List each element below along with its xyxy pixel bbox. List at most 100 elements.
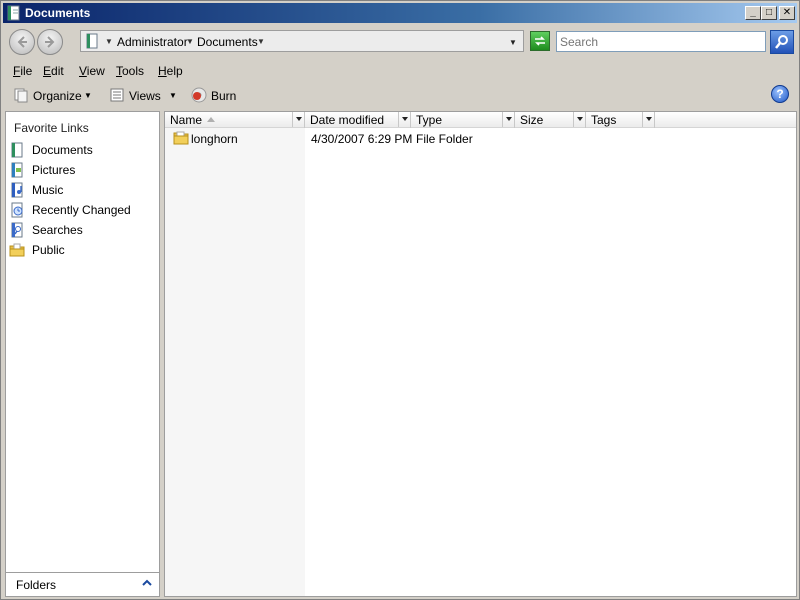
music-icon <box>11 182 23 198</box>
favorite-link-documents[interactable]: Documents <box>8 141 158 159</box>
burn-label: Burn <box>211 89 237 103</box>
chevron-down-icon <box>506 117 512 121</box>
title-bar[interactable]: Documents _ □ ✕ <box>3 3 797 23</box>
organize-icon <box>14 88 28 103</box>
menu-tools[interactable]: Tools <box>116 64 144 78</box>
column-header-tags[interactable]: Tags <box>586 112 655 128</box>
public-folder-icon <box>9 243 25 257</box>
recently-changed-icon <box>11 202 23 218</box>
maximize-button[interactable]: □ <box>761 6 777 20</box>
favorite-link-pictures[interactable]: Pictures <box>8 161 158 179</box>
back-arrow-icon <box>17 36 27 48</box>
burn-button[interactable]: Burn <box>191 86 241 106</box>
column-header-row: Name Date modified Type Size Tags <box>165 112 796 128</box>
chevron-down-icon <box>296 117 302 121</box>
favorite-link-label: Pictures <box>32 163 76 177</box>
chevron-down-icon <box>402 117 408 121</box>
column-filter-dropdown[interactable] <box>573 112 585 127</box>
column-filter-dropdown[interactable] <box>502 112 514 127</box>
breadcrumb-separator[interactable]: ▼ <box>257 37 265 46</box>
organize-label: Organize <box>33 89 82 103</box>
column-header-name[interactable]: Name <box>165 112 305 128</box>
chevron-down-icon <box>577 117 583 121</box>
favorite-link-label: Public <box>32 243 65 257</box>
minimize-button[interactable]: _ <box>745 6 761 20</box>
column-header-size[interactable]: Size <box>515 112 586 128</box>
file-list[interactable]: Name Date modified Type Size Tags longho… <box>164 111 797 597</box>
documents-icon <box>11 142 23 158</box>
search-icon <box>775 35 788 49</box>
explorer-window: Documents _ □ ✕ ▼ Administrator ▼ Docume… <box>0 0 800 600</box>
column-header-label: Size <box>520 113 544 127</box>
menu-accelerator: E <box>43 64 52 78</box>
breadcrumb-separator[interactable]: ▼ <box>186 37 194 46</box>
organize-dropdown-icon: ▼ <box>84 91 92 100</box>
address-toolbar: ▼ Administrator ▼ Documents ▼ ▼ <box>3 25 797 59</box>
breadcrumb-documents[interactable]: Documents <box>197 35 258 49</box>
views-button[interactable]: Views ▼ <box>109 86 183 106</box>
sort-ascending-icon <box>207 117 215 122</box>
favorite-link-recently-changed[interactable]: Recently Changed <box>8 201 158 219</box>
menu-accelerator: T <box>116 64 122 78</box>
chevron-down-icon <box>646 117 652 121</box>
file-type: File Folder <box>416 132 473 146</box>
menu-accelerator: V <box>79 64 87 78</box>
file-name[interactable]: longhorn <box>191 132 238 146</box>
favorite-link-searches[interactable]: Searches <box>8 221 158 239</box>
pictures-icon <box>11 162 23 178</box>
file-date-modified: 4/30/2007 6:29 PM <box>311 132 413 146</box>
column-header-label: Name <box>170 113 203 127</box>
favorite-link-label: Music <box>32 183 64 197</box>
navigation-pane: Favorite Links Documents Pictures Music <box>5 111 160 597</box>
column-header-label: Tags <box>591 113 617 127</box>
documents-folder-icon <box>7 5 20 21</box>
column-filter-dropdown[interactable] <box>292 112 304 127</box>
address-dropdown-icon[interactable]: ▼ <box>509 38 517 47</box>
refresh-icon <box>535 36 545 46</box>
chevron-up-icon <box>142 579 152 586</box>
close-button[interactable]: ✕ <box>779 6 795 20</box>
command-bar: Organize ▼ Views ▼ Burn ? <box>3 82 797 108</box>
forward-arrow-icon <box>45 36 55 48</box>
views-label: Views <box>129 89 161 103</box>
menu-accelerator: F <box>13 64 21 78</box>
table-row[interactable]: longhorn 4/30/2007 6:29 PM File Folder <box>165 130 796 148</box>
favorite-link-public[interactable]: Public <box>8 241 158 259</box>
favorite-link-label: Searches <box>32 223 83 237</box>
menu-edit[interactable]: Edit <box>43 64 64 78</box>
back-button[interactable] <box>9 29 35 55</box>
search-button[interactable] <box>770 30 794 54</box>
breadcrumb-separator[interactable]: ▼ <box>105 37 113 46</box>
breadcrumb-administrator[interactable]: Administrator <box>117 35 188 49</box>
column-header-label: Date modified <box>310 113 385 127</box>
favorite-links-heading: Favorite Links <box>14 121 89 135</box>
sorted-column-highlight <box>165 112 305 596</box>
documents-icon <box>86 33 98 49</box>
forward-button[interactable] <box>37 29 63 55</box>
favorite-link-music[interactable]: Music <box>8 181 158 199</box>
help-button[interactable]: ? <box>771 85 789 103</box>
folder-icon <box>173 131 189 145</box>
menu-help[interactable]: Help <box>158 64 183 78</box>
refresh-button[interactable] <box>530 31 550 51</box>
folders-label: Folders <box>16 578 57 592</box>
searches-icon <box>11 222 23 238</box>
column-filter-dropdown[interactable] <box>642 112 654 127</box>
menu-accelerator: H <box>158 64 167 78</box>
views-icon <box>110 88 124 102</box>
menu-file[interactable]: File <box>13 64 32 78</box>
menu-view[interactable]: View <box>79 64 105 78</box>
search-input[interactable] <box>556 31 766 52</box>
column-header-label: Type <box>416 113 443 127</box>
column-header-type[interactable]: Type <box>411 112 515 128</box>
menu-bar: File Edit View Tools Help <box>3 61 797 81</box>
favorite-link-label: Recently Changed <box>32 203 131 217</box>
column-header-date-modified[interactable]: Date modified <box>305 112 411 128</box>
folders-toggle[interactable]: Folders <box>6 572 159 596</box>
window-title: Documents <box>25 6 91 20</box>
column-filter-dropdown[interactable] <box>398 112 410 127</box>
address-bar[interactable]: ▼ Administrator ▼ Documents ▼ ▼ <box>80 30 524 52</box>
favorite-link-label: Documents <box>32 143 93 157</box>
organize-button[interactable]: Organize ▼ <box>13 86 99 106</box>
views-dropdown-icon: ▼ <box>169 91 177 100</box>
